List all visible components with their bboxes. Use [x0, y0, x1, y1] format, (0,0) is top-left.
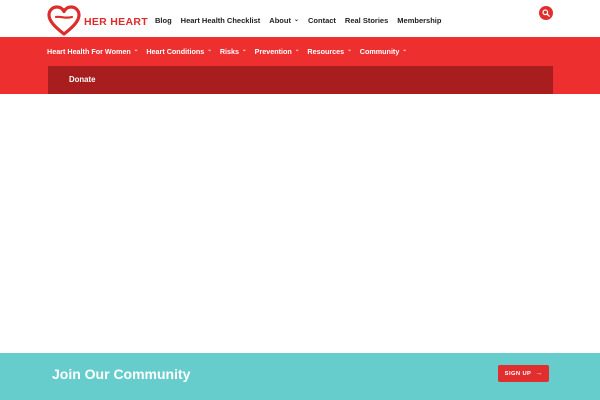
nav-item-label: Contact [308, 15, 336, 25]
site-logo[interactable]: HER HEART [47, 5, 148, 37]
category-item-heart-conditions[interactable]: Heart Conditions ⌄ [146, 47, 212, 56]
chevron-down-icon: ⌄ [294, 47, 300, 54]
nav-item-heart-health-checklist[interactable]: Heart Health Checklist [181, 16, 261, 25]
chevron-down-icon: ⌄ [293, 17, 299, 23]
logo-wordmark: HER HEART [84, 16, 148, 28]
chevron-down-icon: ⌄ [207, 47, 212, 54]
nav-item-contact[interactable]: Contact [308, 16, 336, 25]
search-button[interactable] [539, 6, 553, 20]
donate-bar [48, 66, 553, 94]
primary-nav: Blog Heart Health Checklist About ⌄ Conta… [155, 13, 450, 27]
category-item-community[interactable]: Community ⌄ [360, 47, 407, 56]
category-item-resources[interactable]: Resources ⌄ [307, 47, 351, 56]
chevron-down-icon: ⌄ [242, 47, 247, 54]
chevron-down-icon: ⌄ [402, 47, 407, 54]
nav-item-label: About [269, 15, 291, 25]
chevron-down-icon: ⌄ [133, 47, 139, 54]
sign-up-label: SIGN UP [504, 370, 532, 377]
nav-item-about[interactable]: About ⌄ [269, 16, 299, 25]
nav-item-membership[interactable]: Membership [397, 16, 441, 25]
category-item-label: Resources [307, 46, 345, 56]
category-item-label: Heart Health For Women [47, 46, 131, 56]
donate-link[interactable]: Donate [69, 75, 95, 84]
search-icon [542, 9, 550, 17]
nav-item-blog[interactable]: Blog [155, 16, 172, 25]
main-content [0, 94, 600, 353]
nav-item-real-stories[interactable]: Real Stories [345, 16, 388, 25]
community-banner-title: Join Our Community [52, 366, 191, 382]
sign-up-button[interactable]: SIGN UP → [498, 365, 549, 382]
chevron-down-icon: ⌄ [347, 47, 352, 54]
arrow-right-icon: → [535, 370, 543, 377]
category-item-label: Community [359, 46, 400, 56]
category-item-heart-health-for-women[interactable]: Heart Health For Women ⌄ [47, 47, 138, 56]
category-item-prevention[interactable]: Prevention ⌄ [255, 47, 300, 56]
nav-item-label: Real Stories [344, 15, 389, 25]
category-item-label: Prevention [254, 46, 292, 56]
nav-item-label: Blog [155, 15, 172, 25]
category-nav: Heart Health For Women ⌄ Heart Conditions… [47, 45, 415, 57]
category-item-label: Heart Conditions [146, 46, 205, 56]
nav-item-label: Heart Health Checklist [180, 15, 261, 25]
heart-logo-icon [47, 5, 81, 36]
category-item-risks[interactable]: Risks ⌄ [220, 47, 247, 56]
site-header: HER HEART Blog Heart Health Checklist Ab… [0, 0, 600, 37]
category-item-label: Risks [219, 46, 240, 56]
nav-item-label: Membership [397, 15, 442, 25]
